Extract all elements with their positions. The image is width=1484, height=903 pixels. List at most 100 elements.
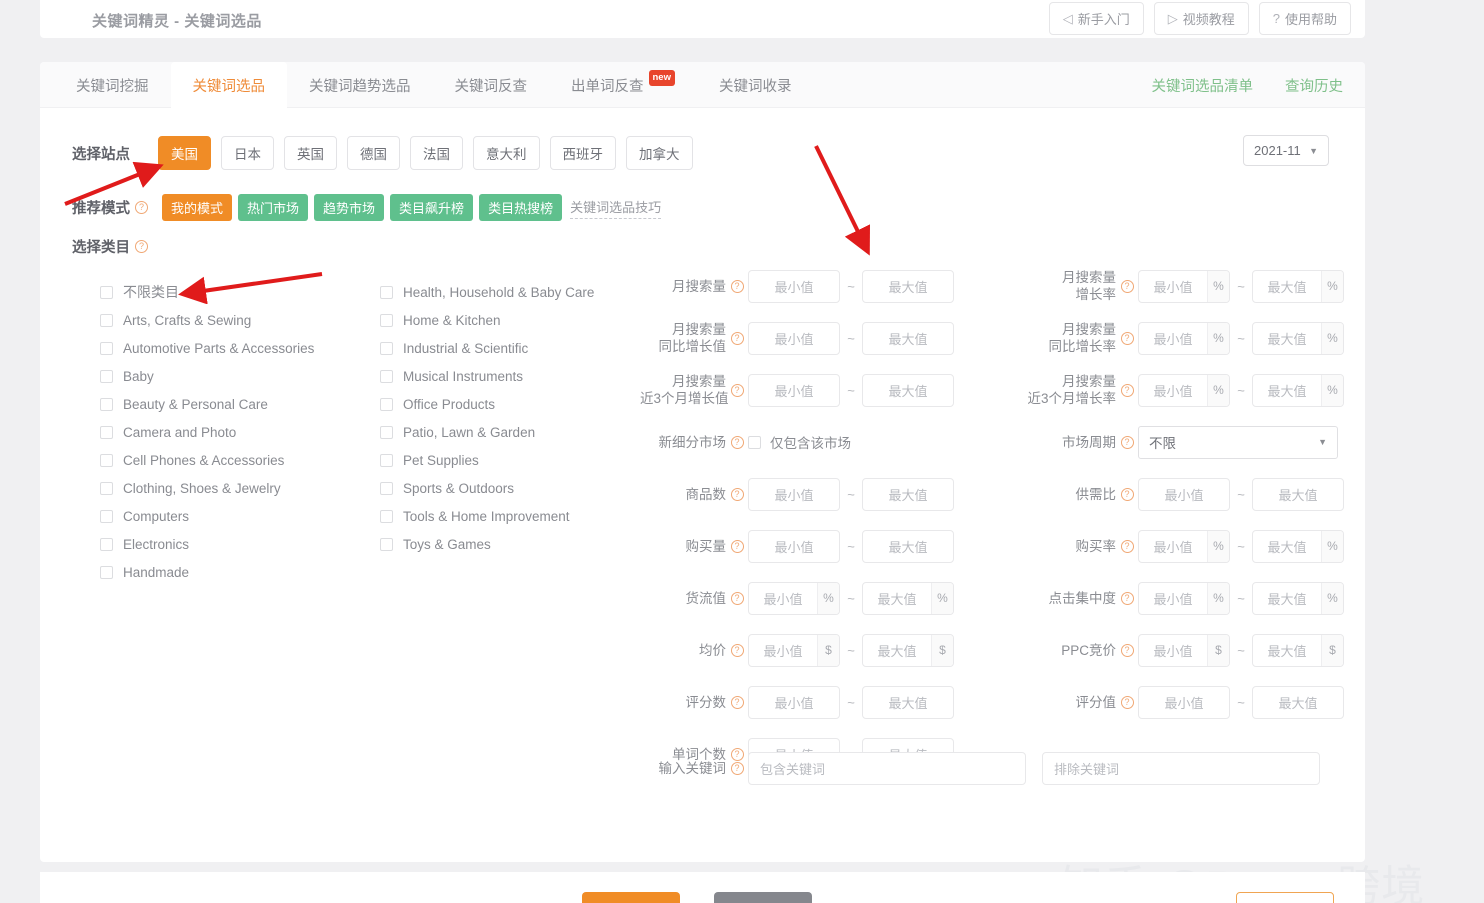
checkbox[interactable]	[380, 285, 393, 299]
checkbox[interactable]	[380, 425, 393, 439]
tab-keyword-trend-selection[interactable]: 关键词趋势选品	[287, 62, 433, 108]
category-item[interactable]: Handmade	[100, 558, 380, 586]
max-input[interactable]: 最大值	[862, 269, 954, 303]
help-icon[interactable]: ?	[730, 643, 744, 657]
category-item[interactable]: Camera and Photo	[100, 418, 380, 446]
checkbox[interactable]	[100, 509, 113, 523]
min-input[interactable]: 最小值	[748, 373, 840, 407]
checkbox[interactable]	[100, 313, 113, 327]
include-keyword-input[interactable]: 包含关键词	[748, 752, 1026, 785]
category-item[interactable]: Pet Supplies	[380, 446, 594, 474]
max-input[interactable]: 最大值	[862, 373, 954, 407]
mode-option-category-rising[interactable]: 类目飙升榜	[390, 194, 474, 221]
site-option-jp[interactable]: 日本	[221, 136, 274, 170]
help-icon[interactable]: ?	[135, 201, 148, 214]
max-input[interactable]: 最大值	[862, 477, 954, 511]
link-query-history[interactable]: 查询历史	[1285, 75, 1343, 96]
category-item[interactable]: Tools & Home Improvement	[380, 502, 594, 530]
max-input[interactable]: 最大值 $	[1252, 633, 1344, 667]
checkbox[interactable]	[100, 481, 113, 495]
help-icon[interactable]: ?	[1120, 643, 1134, 657]
min-input[interactable]: 最小值	[1138, 685, 1230, 719]
checkbox[interactable]	[100, 565, 113, 579]
max-input[interactable]: 最大值 %	[1252, 321, 1344, 355]
category-item[interactable]: Health, Household & Baby Care	[380, 278, 594, 306]
mode-option-category-hot-search[interactable]: 类目热搜榜	[479, 194, 563, 221]
help-button[interactable]: ? 使用帮助	[1258, 2, 1351, 35]
max-input[interactable]: 最大值 %	[862, 581, 954, 615]
tab-keyword-selection[interactable]: 关键词选品	[170, 62, 287, 108]
help-icon[interactable]: ?	[730, 487, 744, 501]
min-input[interactable]: 最小值 %	[748, 581, 840, 615]
category-item[interactable]: Baby	[100, 362, 380, 390]
checkbox[interactable]	[100, 537, 113, 551]
site-option-us[interactable]: 美国	[158, 136, 211, 170]
exclude-keyword-input[interactable]: 排除关键词	[1042, 752, 1320, 785]
site-option-fr[interactable]: 法国	[410, 136, 463, 170]
checkbox[interactable]	[100, 285, 113, 299]
min-input[interactable]: 最小值	[748, 685, 840, 719]
help-icon[interactable]: ?	[1120, 539, 1134, 553]
checkbox[interactable]	[100, 369, 113, 383]
beginner-guide-button[interactable]: ◁ 新手入门	[1048, 2, 1144, 35]
help-icon[interactable]: ?	[1120, 695, 1134, 709]
min-input[interactable]: 最小值	[748, 477, 840, 511]
checkbox[interactable]	[380, 341, 393, 355]
help-icon[interactable]: ?	[730, 331, 744, 345]
checkbox[interactable]	[100, 341, 113, 355]
month-select[interactable]: 2021-11 ▼	[1243, 135, 1329, 166]
help-icon[interactable]: ?	[1120, 591, 1134, 605]
site-option-it[interactable]: 意大利	[473, 136, 540, 170]
checkbox[interactable]	[380, 369, 393, 383]
tab-keyword-mining[interactable]: 关键词挖掘	[54, 62, 171, 108]
video-tutorial-button[interactable]: ▷ 视频教程	[1153, 2, 1249, 35]
min-input[interactable]: 最小值	[748, 269, 840, 303]
reset-button[interactable]	[714, 892, 812, 903]
checkbox[interactable]	[380, 509, 393, 523]
checkbox[interactable]	[100, 425, 113, 439]
site-option-uk[interactable]: 英国	[284, 136, 337, 170]
checkbox[interactable]	[100, 397, 113, 411]
min-input[interactable]: 最小值 %	[1138, 373, 1230, 407]
max-input[interactable]: 最大值	[862, 685, 954, 719]
max-input[interactable]: 最大值	[862, 529, 954, 563]
max-input[interactable]: 最大值 %	[1252, 269, 1344, 303]
max-input[interactable]: 最大值 %	[1252, 529, 1344, 563]
category-item[interactable]: Clothing, Shoes & Jewelry	[100, 474, 380, 502]
min-input[interactable]: 最小值 %	[1138, 321, 1230, 355]
help-icon[interactable]: ?	[730, 539, 744, 553]
help-icon[interactable]: ?	[730, 435, 744, 449]
tab-order-word-reverse-lookup[interactable]: 出单词反查 new	[549, 62, 697, 108]
category-item[interactable]: Industrial & Scientific	[380, 334, 594, 362]
help-icon[interactable]: ?	[730, 695, 744, 709]
min-input[interactable]: 最小值	[748, 321, 840, 355]
checkbox[interactable]	[380, 537, 393, 551]
help-icon[interactable]: ?	[1120, 487, 1134, 501]
max-input[interactable]: 最大值	[1252, 685, 1344, 719]
max-input[interactable]: 最大值	[862, 321, 954, 355]
max-input[interactable]: 最大值 $	[862, 633, 954, 667]
help-icon[interactable]: ?	[730, 591, 744, 605]
min-input[interactable]: 最小值 %	[1138, 581, 1230, 615]
site-option-ca[interactable]: 加拿大	[626, 136, 693, 170]
help-icon[interactable]: ?	[730, 383, 744, 397]
min-input[interactable]: 最小值	[1138, 477, 1230, 511]
category-item[interactable]: Cell Phones & Accessories	[100, 446, 380, 474]
category-item[interactable]: Computers	[100, 502, 380, 530]
max-input[interactable]: 最大值	[1252, 477, 1344, 511]
help-icon[interactable]: ?	[1120, 435, 1134, 449]
category-item[interactable]: Automotive Parts & Accessories	[100, 334, 380, 362]
search-button[interactable]	[582, 892, 680, 903]
tab-keyword-index[interactable]: 关键词收录	[697, 62, 814, 108]
help-icon[interactable]: ?	[1120, 279, 1134, 293]
category-item[interactable]: Patio, Lawn & Garden	[380, 418, 594, 446]
category-item[interactable]: Toys & Games	[380, 530, 594, 558]
checkbox[interactable]	[380, 397, 393, 411]
min-input[interactable]: 最小值 %	[1138, 269, 1230, 303]
site-option-es[interactable]: 西班牙	[549, 136, 616, 170]
mode-option-trend-market[interactable]: 趋势市场	[314, 194, 385, 221]
niche-market-checkbox-group[interactable]: 仅包含该市场	[748, 432, 851, 452]
mode-option-hot-market[interactable]: 热门市场	[238, 194, 309, 221]
help-icon[interactable]: ?	[730, 279, 744, 293]
category-item[interactable]: Musical Instruments	[380, 362, 594, 390]
